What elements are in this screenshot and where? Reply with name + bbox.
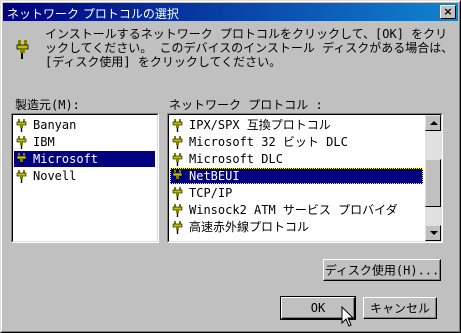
protocol-item-label: IPX/SPX 互換プロトコル [189, 118, 331, 132]
protocol-item-label: 高速赤外線プロトコル [189, 220, 310, 234]
network-cable-icon [172, 204, 183, 217]
protocol-item[interactable]: IPX/SPX 互換プロトコル [170, 117, 423, 133]
protocol-item-label: TCP/IP [189, 186, 233, 200]
protocol-item-label: Microsoft DLC [189, 152, 283, 166]
manufacturer-item[interactable]: Novell [14, 168, 155, 184]
network-cable-icon [16, 153, 27, 166]
network-plug-icon [16, 40, 29, 59]
protocol-scrollbar[interactable] [425, 115, 441, 241]
protocol-item[interactable]: 高速赤外線プロトコル [170, 219, 423, 235]
protocol-item-label: Microsoft 32 ビット DLC [189, 135, 348, 149]
scroll-up-icon [430, 121, 438, 125]
manufacturer-item[interactable]: Microsoft [14, 151, 155, 167]
cancel-button-label: キャンセル [369, 301, 430, 316]
manufacturer-item-label: Banyan [33, 118, 77, 132]
dialog-window: ネットワーク プロトコルの選択 × インストールするネットワーク プロトコルをク… [0, 0, 461, 333]
network-cable-icon [16, 170, 27, 183]
manufacturer-label: 製造元(M): [15, 98, 80, 112]
protocol-item-label: NetBEUI [189, 169, 240, 183]
scroll-down-icon [430, 231, 438, 235]
protocol-item[interactable]: Microsoft 32 ビット DLC [170, 134, 423, 150]
manufacturer-list-area: Banyan IBM Microsoft Novell [12, 114, 158, 242]
manufacturer-item-label: Novell [33, 169, 77, 183]
protocol-item-label: Winsock2 ATM サービス プロバイダ [189, 203, 398, 217]
manufacturer-item-label: IBM [33, 135, 55, 149]
scroll-up-button[interactable] [425, 115, 441, 131]
network-cable-icon [16, 136, 27, 149]
manufacturer-item[interactable]: IBM [14, 134, 155, 150]
scroll-down-button[interactable] [425, 225, 441, 241]
title-bar[interactable]: ネットワーク プロトコルの選択 × [3, 3, 458, 21]
network-cable-icon [172, 187, 183, 200]
close-icon: × [443, 5, 453, 18]
protocol-item[interactable]: Microsoft DLC [170, 151, 423, 167]
have-disk-button-label: ディスク使用(H)... [324, 263, 440, 278]
network-cable-icon [172, 221, 183, 234]
manufacturer-item-label: Microsoft [33, 152, 99, 166]
protocol-label: ネットワーク プロトコル : [169, 98, 323, 112]
cancel-button[interactable]: キャンセル [363, 297, 437, 319]
scroll-thumb[interactable] [425, 159, 441, 207]
close-button[interactable]: × [440, 5, 456, 19]
mouse-cursor-icon [341, 306, 355, 327]
window-title: ネットワーク プロトコルの選択 [7, 7, 179, 21]
network-cable-icon [172, 170, 183, 183]
instruction-text: インストールするネットワーク プロトコルをクリックして、[OK] をクリックして… [45, 27, 454, 69]
manufacturer-item[interactable]: Banyan [14, 117, 155, 133]
network-cable-icon [172, 119, 183, 132]
protocol-item[interactable]: NetBEUI [170, 168, 423, 184]
protocol-list[interactable]: IPX/SPX 互換プロトコル Microsoft 32 ビット DLC Micro… [167, 113, 443, 243]
network-cable-icon [16, 119, 27, 132]
manufacturer-list[interactable]: Banyan IBM Microsoft Novell [11, 113, 159, 243]
protocol-list-area: IPX/SPX 互換プロトコル Microsoft 32 ビット DLC Micro… [168, 114, 442, 242]
protocol-item[interactable]: TCP/IP [170, 185, 423, 201]
network-cable-icon [172, 153, 183, 166]
protocol-item[interactable]: Winsock2 ATM サービス プロバイダ [170, 202, 423, 218]
have-disk-button[interactable]: ディスク使用(H)... [323, 259, 441, 281]
network-cable-icon [172, 136, 183, 149]
